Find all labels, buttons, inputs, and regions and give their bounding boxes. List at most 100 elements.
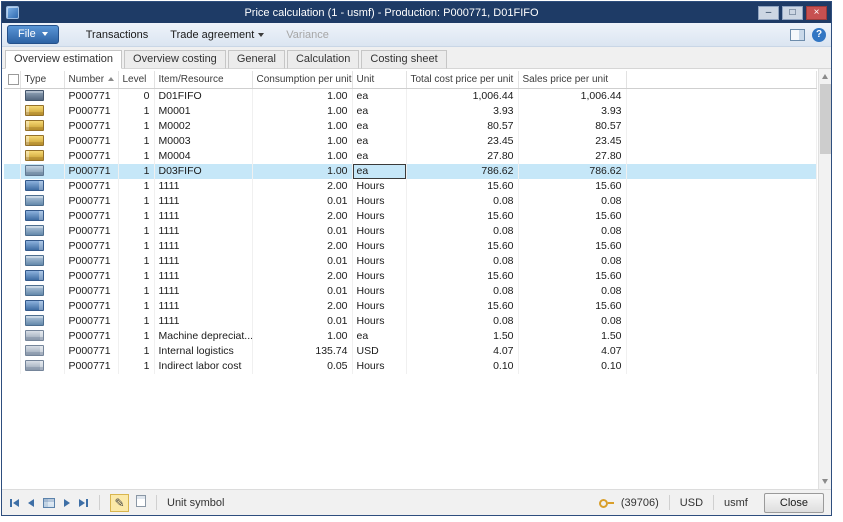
close-icon[interactable]: × <box>806 6 827 20</box>
vertical-scrollbar[interactable] <box>818 69 831 489</box>
grid-view-button[interactable] <box>42 496 56 510</box>
cell-unit: ea <box>352 88 406 104</box>
cell-select <box>4 284 20 299</box>
column-header-unit[interactable]: Unit <box>352 71 406 88</box>
statusbar-separator <box>99 495 100 510</box>
route-operation-icon <box>25 240 44 251</box>
cell-item-resource: Internal logistics <box>154 344 252 359</box>
chevron-down-icon <box>42 32 48 36</box>
next-record-button[interactable] <box>63 497 71 509</box>
grid-view-icon <box>43 498 55 508</box>
table-row[interactable]: P000771 1 1111 0.01 Hours 0.08 0.08 <box>4 284 817 299</box>
previous-record-button[interactable] <box>27 497 35 509</box>
app-icon <box>6 6 19 19</box>
column-header-sales-price[interactable]: Sales price per unit <box>518 71 626 88</box>
table-row[interactable]: P000771 1 1111 0.01 Hours 0.08 0.08 <box>4 224 817 239</box>
table-row[interactable]: P000771 1 M0004 1.00 ea 27.80 27.80 <box>4 149 817 164</box>
table-row[interactable]: P000771 1 Internal logistics 135.74 USD … <box>4 344 817 359</box>
cell-filler <box>626 88 817 104</box>
tab-costing-sheet[interactable]: Costing sheet <box>361 50 446 69</box>
table-row[interactable]: P000771 1 M0001 1.00 ea 3.93 3.93 <box>4 104 817 119</box>
table-row[interactable]: P000771 1 1111 2.00 Hours 15.60 15.60 <box>4 239 817 254</box>
cell-type <box>20 104 64 119</box>
cell-total-cost-price: 1.50 <box>406 329 518 344</box>
table-row[interactable]: P000771 1 1111 2.00 Hours 15.60 15.60 <box>4 179 817 194</box>
statusbar-separator <box>156 495 157 510</box>
cell-item-resource: M0002 <box>154 119 252 134</box>
column-header-type[interactable]: Type <box>20 71 64 88</box>
cell-type <box>20 209 64 224</box>
column-header-item-resource[interactable]: Item/Resource <box>154 71 252 88</box>
cell-unit: ea <box>352 329 406 344</box>
currency-indicator[interactable]: USD <box>680 497 703 509</box>
cell-number: P000771 <box>64 149 118 164</box>
table-row[interactable]: P000771 1 1111 0.01 Hours 0.08 0.08 <box>4 194 817 209</box>
table-row[interactable]: P000771 1 1111 2.00 Hours 15.60 15.60 <box>4 269 817 284</box>
scroll-down-icon[interactable] <box>819 475 831 488</box>
cell-filler <box>626 179 817 194</box>
cell-filler <box>626 344 817 359</box>
cell-number: P000771 <box>64 134 118 149</box>
cell-sales-price: 3.93 <box>518 104 626 119</box>
file-menu-button[interactable]: File <box>7 25 59 44</box>
table-row[interactable]: P000771 1 Machine depreciat... 1.00 ea 1… <box>4 329 817 344</box>
column-header-number[interactable]: Number <box>64 71 118 88</box>
select-all-checkbox[interactable] <box>8 74 19 85</box>
cell-consumption: 1.00 <box>252 164 352 179</box>
cell-sales-price: 0.08 <box>518 194 626 209</box>
cell-type <box>20 224 64 239</box>
company-indicator[interactable]: usmf <box>724 497 748 509</box>
tab-calculation[interactable]: Calculation <box>287 50 359 69</box>
window-title: Price calculation (1 - usmf) - Productio… <box>25 7 758 19</box>
table-row[interactable]: P000771 1 D03FIFO 1.00 ea 786.62 786.62 <box>4 164 817 179</box>
edit-mode-button[interactable]: ✎ <box>110 494 129 512</box>
window-layout-icon[interactable] <box>790 29 805 41</box>
window-controls: – □ × <box>758 6 827 20</box>
select-all-header[interactable] <box>4 71 20 88</box>
cell-sales-price: 27.80 <box>518 149 626 164</box>
maximize-button[interactable]: □ <box>782 6 803 20</box>
cell-select <box>4 254 20 269</box>
cell-unit: Hours <box>352 209 406 224</box>
cell-sales-price: 15.60 <box>518 239 626 254</box>
table-row[interactable]: P000771 1 1111 2.00 Hours 15.60 15.60 <box>4 209 817 224</box>
cell-type <box>20 194 64 209</box>
statusbar-separator <box>669 495 670 510</box>
cell-select <box>4 104 20 119</box>
tab-overview-costing[interactable]: Overview costing <box>124 50 226 69</box>
cell-sales-price: 0.10 <box>518 359 626 374</box>
menu-item-trade-agreement[interactable]: Trade agreement <box>170 29 264 41</box>
cell-item-resource: D01FIFO <box>154 88 252 104</box>
cell-type <box>20 359 64 374</box>
document-attachment-button[interactable] <box>136 494 146 512</box>
table-row[interactable]: P000771 1 1111 0.01 Hours 0.08 0.08 <box>4 254 817 269</box>
table-row[interactable]: P000771 1 M0002 1.00 ea 80.57 80.57 <box>4 119 817 134</box>
column-header-total-cost-price[interactable]: Total cost price per unit <box>406 71 518 88</box>
cell-level: 1 <box>118 344 154 359</box>
item-icon <box>25 105 44 116</box>
minimize-button[interactable]: – <box>758 6 779 20</box>
scrollbar-thumb[interactable] <box>820 84 831 154</box>
cell-number: P000771 <box>64 299 118 314</box>
help-icon[interactable]: ? <box>812 28 826 42</box>
first-record-button[interactable] <box>9 497 20 509</box>
menu-item-transactions[interactable]: Transactions <box>86 29 149 41</box>
cell-unit: Hours <box>352 284 406 299</box>
tab-overview-estimation[interactable]: Overview estimation <box>5 50 122 69</box>
scroll-up-icon[interactable] <box>819 70 831 83</box>
table-row[interactable]: P000771 0 D01FIFO 1.00 ea 1,006.44 1,006… <box>4 88 817 104</box>
table-row[interactable]: P000771 1 1111 0.01 Hours 0.08 0.08 <box>4 314 817 329</box>
tab-general[interactable]: General <box>228 50 285 69</box>
cell-level: 1 <box>118 284 154 299</box>
column-header-level[interactable]: Level <box>118 71 154 88</box>
cell-type <box>20 284 64 299</box>
close-window-button[interactable]: Close <box>764 493 824 513</box>
table-row[interactable]: P000771 1 M0003 1.00 ea 23.45 23.45 <box>4 134 817 149</box>
table-row[interactable]: P000771 1 1111 2.00 Hours 15.60 15.60 <box>4 299 817 314</box>
last-record-button[interactable] <box>78 497 89 509</box>
cell-item-resource: 1111 <box>154 209 252 224</box>
table-row[interactable]: P000771 1 Indirect labor cost 0.05 Hours… <box>4 359 817 374</box>
cell-total-cost-price: 15.60 <box>406 269 518 284</box>
column-header-consumption[interactable]: Consumption per unit <box>252 71 352 88</box>
cell-unit: ea <box>352 149 406 164</box>
